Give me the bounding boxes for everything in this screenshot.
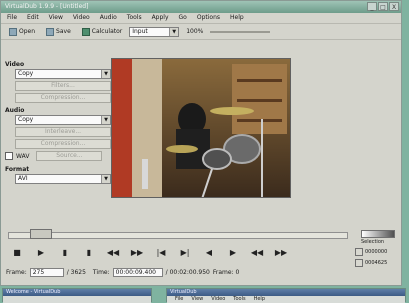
transport-controls: ■ ▶ ▮ ▮ ◀◀ ▶▶ |◀ ▶| ◀ ▶ ◀◀ ▶▶: [10, 247, 288, 258]
video-section-label: Video: [5, 61, 25, 68]
selection-start-row: 0000000: [355, 247, 401, 256]
frame-label: Frame:: [6, 268, 27, 276]
disk-icon: [46, 27, 55, 36]
video-compression-button[interactable]: Compression...: [15, 93, 111, 103]
frame-total: / 3625: [66, 268, 86, 276]
folder-icon: [9, 27, 17, 36]
selection-end-row: 0004625: [355, 258, 401, 267]
mark-in-button[interactable]: ▮: [58, 247, 72, 258]
open-button[interactable]: Open: [5, 25, 39, 38]
format-section-label: Format: [5, 166, 30, 173]
background-window-1[interactable]: Welcome - VirtualDub: [2, 288, 152, 303]
background-window-1-title: Welcome - VirtualDub: [3, 289, 151, 296]
background-window-2-title: VirtualDub: [167, 289, 405, 296]
selection-end-value: 0004625: [365, 259, 388, 266]
fast-forward-button[interactable]: ▶▶: [130, 247, 144, 258]
menu-go[interactable]: Go: [179, 13, 187, 23]
background-window-2[interactable]: VirtualDub File View Video Tools Help: [166, 288, 406, 303]
prev-key-button[interactable]: ◀◀: [250, 247, 264, 258]
minimize-button[interactable]: _: [367, 2, 377, 11]
audio-interleave-button[interactable]: Interleave...: [15, 127, 111, 137]
wav-source-button[interactable]: Source...: [36, 151, 103, 161]
play-input-button[interactable]: ▶: [34, 247, 48, 258]
selection-panel: Selection 0000000 0004625: [355, 230, 401, 267]
selection-label: Selection: [361, 239, 385, 245]
audio-compression-button[interactable]: Compression...: [15, 139, 111, 149]
prev-frame-button[interactable]: ◀: [202, 247, 216, 258]
menu-tools[interactable]: Tools: [127, 13, 142, 23]
selection-start-button[interactable]: [355, 247, 363, 256]
mark-frame-text: Frame: 0: [212, 268, 240, 276]
menu-video[interactable]: Video: [73, 13, 90, 23]
go-start-button[interactable]: |◀: [154, 247, 168, 258]
frame-input[interactable]: 275: [29, 267, 64, 277]
next-frame-button[interactable]: ▶: [226, 247, 240, 258]
video-mode-value: Copy: [18, 70, 34, 77]
close-button[interactable]: X: [389, 2, 399, 11]
mark-out-button[interactable]: ▮: [82, 247, 96, 258]
chevron-down-icon: ▼: [169, 27, 179, 36]
save-label: Save: [56, 28, 71, 35]
input-select[interactable]: Input ▼: [129, 26, 180, 37]
menu-apply[interactable]: Apply: [152, 13, 169, 23]
menu-edit[interactable]: Edit: [27, 13, 39, 23]
menu-options[interactable]: Options: [197, 13, 220, 23]
timeline-track[interactable]: [8, 232, 348, 239]
wav-row: WAV Source...: [5, 151, 111, 161]
chevron-down-icon: ▼: [101, 70, 110, 78]
preview-frame-image: [112, 59, 290, 197]
frame-input-value: 275: [32, 268, 45, 276]
status-bar: Frame: 275 / 3625 Time: 00:00:09.400 / 0…: [6, 267, 239, 277]
maximize-button[interactable]: □: [378, 2, 388, 11]
background-windows: Welcome - VirtualDub VirtualDub File Vie…: [0, 286, 409, 303]
time-input[interactable]: 00:00:09.400: [112, 267, 163, 277]
toolbar: Open Save Calculator Input ▼ 100%: [1, 24, 401, 40]
selection-start-value: 0000000: [365, 248, 388, 255]
go-end-button[interactable]: ▶|: [178, 247, 192, 258]
calculator-button[interactable]: Calculator: [78, 25, 126, 38]
video-mode-select[interactable]: Copy ▼: [15, 69, 111, 79]
duration-text: / 00:02:00.950: [165, 268, 210, 276]
window-controls: _ □ X: [367, 2, 399, 11]
settings-panel: Video Copy ▼ Filters... Compression... A…: [5, 60, 111, 184]
menu-file[interactable]: File: [7, 13, 17, 23]
open-label: Open: [19, 28, 36, 35]
chevron-down-icon: ▼: [101, 116, 110, 124]
time-label: Time:: [92, 268, 110, 276]
zoom-slider[interactable]: [210, 30, 271, 33]
menu-bar: File Edit View Video Audio Tools Apply G…: [1, 13, 401, 24]
menu-help[interactable]: Help: [230, 13, 244, 23]
menu-audio[interactable]: Audio: [100, 13, 117, 23]
window-title: VirtualDub 1.9.9 - [Untitled]: [5, 3, 89, 10]
timeline-thumb[interactable]: [30, 229, 52, 239]
format-select[interactable]: AVI ▼: [15, 174, 111, 184]
calculator-label: Calculator: [91, 28, 123, 35]
menu-view[interactable]: View: [49, 13, 63, 23]
title-bar: VirtualDub 1.9.9 - [Untitled] _ □ X: [1, 1, 401, 13]
time-input-value: 00:00:09.400: [115, 268, 156, 276]
input-select-value: Input: [132, 27, 148, 35]
calculator-icon: [81, 27, 90, 36]
audio-mode-value: Copy: [18, 116, 34, 123]
selection-gradient: [361, 230, 395, 238]
format-value: AVI: [18, 175, 28, 182]
video-preview[interactable]: [111, 58, 291, 198]
audio-section-label: Audio: [5, 107, 25, 114]
audio-mode-select[interactable]: Copy ▼: [15, 115, 111, 125]
rewind-button[interactable]: ◀◀: [106, 247, 120, 258]
save-button[interactable]: Save: [42, 25, 75, 38]
zoom-label: 100%: [186, 28, 204, 35]
chevron-down-icon: ▼: [101, 175, 110, 183]
next-key-button[interactable]: ▶▶: [274, 247, 288, 258]
wav-checkbox[interactable]: [5, 152, 13, 160]
wav-label: WAV: [16, 152, 30, 160]
selection-end-button[interactable]: [355, 258, 363, 267]
stop-button[interactable]: ■: [10, 247, 24, 258]
video-filters-button[interactable]: Filters...: [15, 81, 111, 91]
